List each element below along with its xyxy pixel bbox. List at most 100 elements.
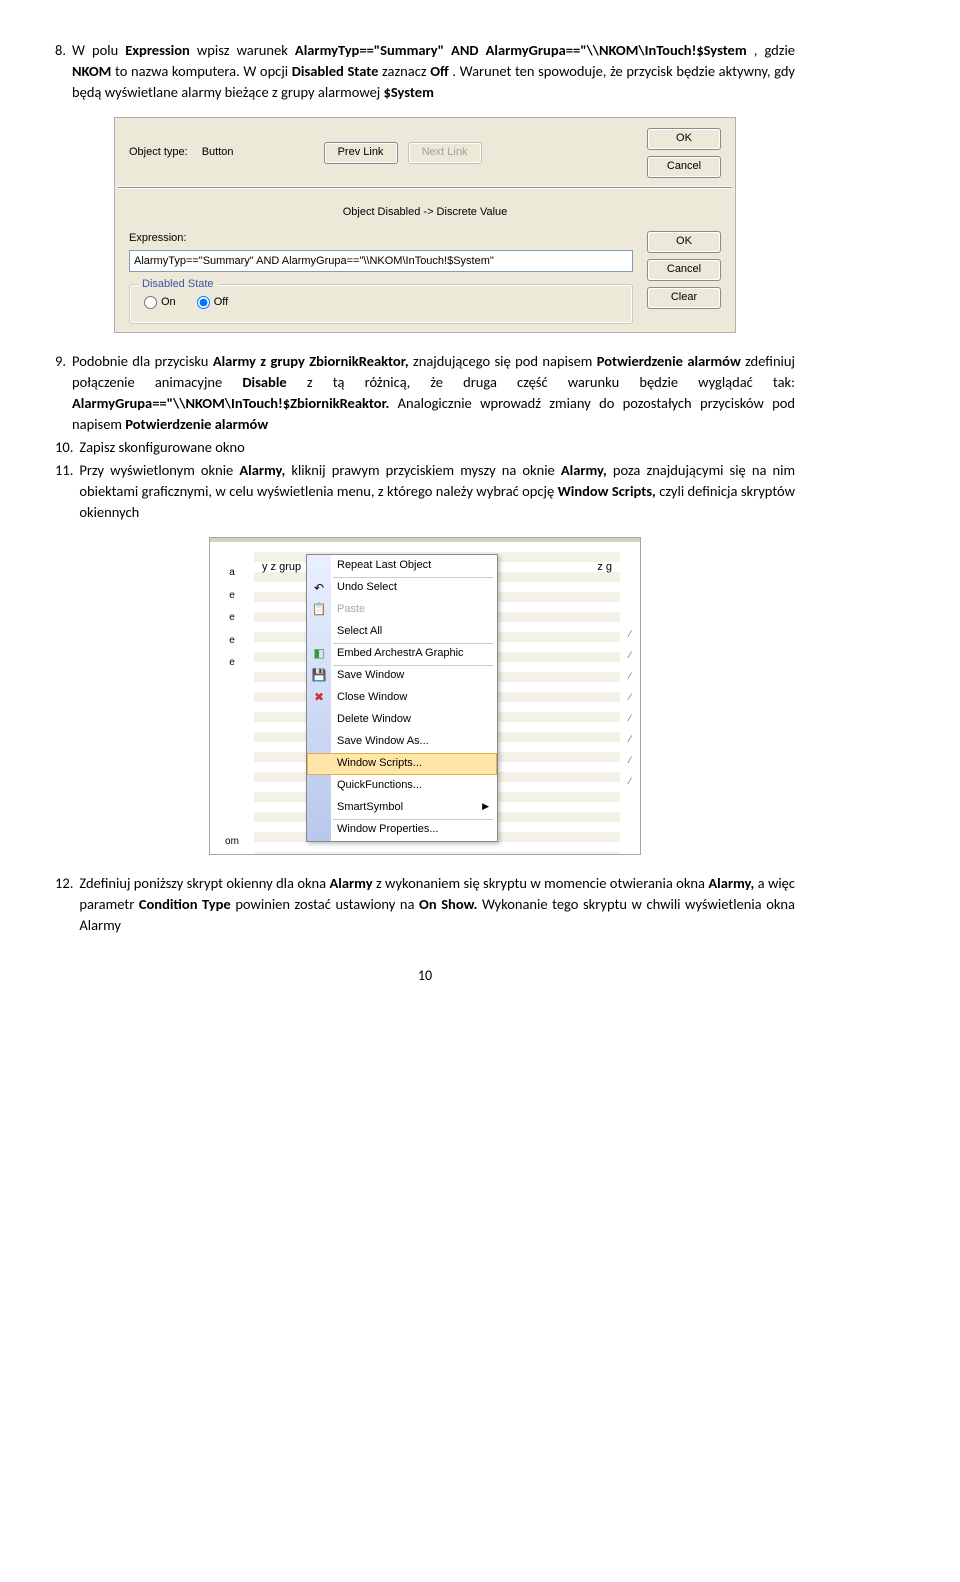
step-10: 10. Zapisz skonfigurowane okno <box>55 437 795 458</box>
txt: z tą różnicą, że druga część warunku będ… <box>307 373 795 391</box>
txt: Condition Type <box>139 895 231 913</box>
dialog-top-section: Object type: Button Prev Link Next Link … <box>115 118 735 186</box>
menu-label: SmartSymbol <box>337 801 403 813</box>
disabled-state-word: Disabled State <box>292 62 379 80</box>
menu-label: Embed ArchestrA Graphic <box>337 647 464 659</box>
menu-undo-select[interactable]: ↶ Undo Select <box>307 577 497 599</box>
prev-link-button[interactable]: Prev Link <box>324 142 398 164</box>
step-12: 12. Zdefiniuj poniższy skrypt okienny dl… <box>55 873 795 936</box>
txt: Potwierdzenie alarmów <box>597 352 741 370</box>
step-10-body: Zapisz skonfigurowane okno <box>79 437 795 458</box>
menu-label: Save Window <box>337 669 404 681</box>
step-9-body: Podobnie dla przycisku Alarmy z grupy Zb… <box>72 351 795 435</box>
txt: z wykonaniem się skryptu w momencie otwi… <box>376 874 708 892</box>
object-type-label: Object type: <box>129 145 188 161</box>
menu-window-properties[interactable]: Window Properties... <box>307 819 497 841</box>
menu-label: Select All <box>337 625 382 637</box>
step-8-number: 8. <box>55 40 66 103</box>
menu-label: Close Window <box>337 691 407 703</box>
step-11-body: Przy wyświetlonym oknie Alarmy, kliknij … <box>79 460 795 523</box>
ok-button[interactable]: OK <box>647 128 721 150</box>
txt: znajdującego się pod napisem <box>413 352 597 370</box>
txt: e <box>229 656 235 671</box>
dialog-subtitle: Object Disabled -> Discrete Value <box>129 205 721 221</box>
txt: om <box>225 835 239 850</box>
txt: On Show. <box>419 895 477 913</box>
txt: Alarmy, <box>239 461 285 479</box>
next-link-button[interactable]: Next Link <box>408 142 482 164</box>
clear-button[interactable]: Clear <box>647 287 721 309</box>
txt: AlarmyGrupa=="\\NKOM\InTouch!$ZbiornikRe… <box>72 394 389 412</box>
menu-label: Window Scripts... <box>337 757 422 769</box>
txt: Zdefiniuj poniższy skrypt okienny dla ok… <box>79 874 329 892</box>
radio-off-input[interactable] <box>197 296 210 309</box>
menu-paste[interactable]: 📋 Paste <box>307 599 497 621</box>
nkom-word: NKOM <box>72 62 111 80</box>
menu-save-window[interactable]: 💾 Save Window <box>307 665 497 687</box>
menu-label: Save Window As... <box>337 735 429 747</box>
close-icon: ✖ <box>311 690 327 706</box>
object-type-value: Button <box>202 145 234 161</box>
menu-repeat-last-object[interactable]: Repeat Last Object <box>307 555 497 577</box>
menu-window-scripts[interactable]: Window Scripts... <box>307 753 497 775</box>
left-bg-label: y z grup <box>262 560 301 576</box>
step-12-body: Zdefiniuj poniższy skrypt okienny dla ok… <box>79 873 795 936</box>
txt: zaznacz <box>382 62 430 80</box>
radio-on[interactable]: On <box>144 295 176 311</box>
step-9-number: 9. <box>55 351 66 435</box>
step-10-number: 10. <box>55 437 73 458</box>
step-9: 9. Podobnie dla przycisku Alarmy z grupy… <box>55 351 795 435</box>
cancel-button-2[interactable]: Cancel <box>647 259 721 281</box>
txt: Alarmy, <box>561 461 607 479</box>
step-8-body: W polu Expression wpisz warunek AlarmyTy… <box>72 40 795 103</box>
left-gutter: a e e e e om <box>210 542 254 853</box>
page-number: 10 <box>55 966 795 986</box>
radio-off[interactable]: Off <box>197 295 228 311</box>
save-icon: 💾 <box>311 668 327 684</box>
menu-label: Delete Window <box>337 713 411 725</box>
step-8: 8. W polu Expression wpisz warunek Alarm… <box>55 40 795 103</box>
txt: Przy wyświetlonym oknie <box>79 461 239 479</box>
txt: wpisz warunek <box>197 41 295 59</box>
menu-label: Window Properties... <box>337 823 438 835</box>
undo-icon: ↶ <box>311 580 327 596</box>
step-11-number: 11. <box>55 460 73 523</box>
menu-select-all[interactable]: Select All <box>307 621 497 643</box>
menu-label: Paste <box>337 603 365 615</box>
dialog-screenshot: Object type: Button Prev Link Next Link … <box>114 117 736 333</box>
txt: Alarmy z grupy ZbiornikReaktor, <box>213 352 409 370</box>
radio-on-input[interactable] <box>144 296 157 309</box>
right-gutter: ⁄⁄⁄⁄⁄⁄⁄⁄ <box>620 542 640 853</box>
txt: powinien zostać ustawiony na <box>235 895 419 913</box>
expression-input[interactable]: AlarmyTyp=="Summary" AND AlarmyGrupa=="\… <box>129 250 633 272</box>
menu-close-window[interactable]: ✖ Close Window <box>307 687 497 709</box>
menu-label: QuickFunctions... <box>337 779 422 791</box>
disabled-state-group: Disabled State On Off <box>129 284 633 324</box>
right-bg-label: z g <box>597 560 612 576</box>
txt: kliknij prawym przyciskiem myszy na okni… <box>291 461 560 479</box>
embed-icon: ◧ <box>311 646 327 662</box>
txt: Podobnie dla przycisku <box>72 352 213 370</box>
txt: Potwierdzenie alarmów <box>125 415 268 433</box>
step-11: 11. Przy wyświetlonym oknie Alarmy, klik… <box>55 460 795 523</box>
menu-quickfunctions[interactable]: QuickFunctions... <box>307 775 497 797</box>
txt: Disable <box>242 373 286 391</box>
system-word: $System <box>384 83 434 101</box>
menu-embed-archestra[interactable]: ◧ Embed ArchestrA Graphic <box>307 643 497 665</box>
off-word: Off <box>430 62 449 80</box>
txt: a <box>229 566 235 581</box>
menu-save-window-as[interactable]: Save Window As... <box>307 731 497 753</box>
menu-label: Undo Select <box>337 581 397 593</box>
paste-icon: 📋 <box>311 602 327 618</box>
ok-button-2[interactable]: OK <box>647 231 721 253</box>
context-menu-screenshot: a e e e e om y z grup z g Repeat Last Ob… <box>209 537 641 854</box>
cancel-button[interactable]: Cancel <box>647 156 721 178</box>
txt: e <box>229 634 235 649</box>
disabled-state-group-title: Disabled State <box>138 277 218 293</box>
txt: , gdzie <box>754 41 795 59</box>
condition-text: AlarmyTyp=="Summary" AND AlarmyGrupa=="\… <box>295 41 747 59</box>
menu-delete-window[interactable]: Delete Window <box>307 709 497 731</box>
menu-smartsymbol[interactable]: SmartSymbol▶ <box>307 797 497 819</box>
txt: to nazwa komputera. W opcji <box>115 62 292 80</box>
expression-label: Expression: <box>129 231 633 247</box>
